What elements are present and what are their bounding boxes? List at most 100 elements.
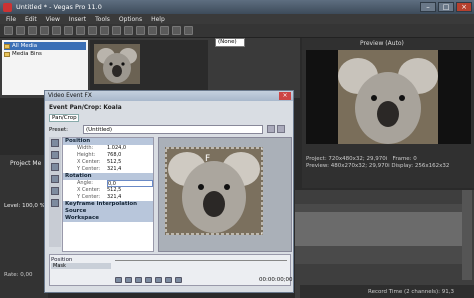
display-info: 256x162x32: [414, 163, 450, 169]
preview-quality-dropdown[interactable]: Preview (Auto): [360, 40, 404, 47]
property-row: Y Center: 321,4: [63, 166, 153, 173]
delete-preset-icon[interactable]: [277, 125, 285, 133]
property-value[interactable]: 768,0: [107, 152, 153, 159]
section-source[interactable]: Source: [63, 208, 153, 215]
property-key: X Center:: [77, 187, 101, 193]
section-workspace[interactable]: Workspace: [63, 215, 153, 222]
koala-crop-image[interactable]: F: [165, 147, 263, 235]
tab-pan-crop[interactable]: Pan/Crop: [49, 114, 79, 122]
menu-view[interactable]: View: [46, 16, 60, 23]
dialog-title-bar: Video Event FX ×: [45, 91, 293, 101]
property-value[interactable]: 321,4: [107, 194, 153, 201]
property-row: Width: 1.024,0: [63, 145, 153, 152]
save-icon[interactable]: [28, 26, 37, 35]
properties-panel: Position Width: 1.024,0 Height: 768,0 X Ce…: [62, 137, 154, 252]
tree-item-label: Media Bins: [12, 51, 42, 57]
enable-rotation-icon[interactable]: [51, 163, 59, 171]
event-header-label: Event Pan/Crop: Koala: [49, 105, 122, 111]
menu-bar: File Edit View Insert Tools Options Help: [0, 14, 474, 24]
snap-to-grid-icon[interactable]: [51, 175, 59, 183]
zoom-edit-icon[interactable]: [51, 151, 59, 159]
trimmer-dropdown[interactable]: (None): [215, 38, 245, 47]
copy-icon[interactable]: [76, 26, 85, 35]
delete-icon[interactable]: [100, 26, 109, 35]
property-value[interactable]: 321,4: [107, 166, 153, 173]
render-icon[interactable]: [52, 26, 61, 35]
menu-insert[interactable]: Insert: [69, 16, 86, 23]
property-value[interactable]: 512,5: [107, 187, 153, 194]
property-key: Height:: [77, 152, 96, 158]
first-keyframe-icon[interactable]: [115, 277, 122, 283]
prev-keyframe-icon[interactable]: [125, 277, 132, 283]
section-rotation[interactable]: Rotation: [63, 173, 153, 180]
main-toolbar: [0, 24, 474, 38]
dialog-close-button[interactable]: ×: [279, 92, 291, 100]
koala-thumbnail[interactable]: [94, 44, 140, 84]
property-row: Angle: 0,0: [63, 180, 153, 187]
last-keyframe-icon[interactable]: [165, 277, 172, 283]
redo-icon[interactable]: [124, 26, 133, 35]
folder-icon: [4, 43, 10, 49]
tree-item-media-bins[interactable]: Media Bins: [4, 50, 86, 58]
add-keyframe-icon[interactable]: [135, 277, 142, 283]
preview-info-value: 480x270x32; 29,970i: [330, 163, 390, 169]
zoom-tool-icon[interactable]: [172, 26, 181, 35]
property-key: Y Center:: [77, 166, 101, 172]
rate-display: Rate: 0,00: [4, 272, 33, 278]
property-row: Height: 768,0: [63, 152, 153, 159]
property-key: Width:: [77, 145, 94, 151]
save-preset-icon[interactable]: [267, 125, 275, 133]
paste-icon[interactable]: [88, 26, 97, 35]
keyframe-ruler[interactable]: [115, 257, 287, 261]
scale-about-center-icon[interactable]: [51, 199, 59, 207]
sync-cursor-icon[interactable]: [175, 277, 182, 283]
normal-edit-tool-icon[interactable]: [136, 26, 145, 35]
normal-edit-icon[interactable]: [51, 139, 59, 147]
preset-dropdown[interactable]: (Untitled): [83, 125, 263, 134]
video-event-fx-dialog: Video Event FX × Event Pan/Crop: Koala P…: [44, 90, 294, 293]
property-key: Y Center:: [77, 194, 101, 200]
property-row: X Center: 512,5: [63, 159, 153, 166]
section-keyframe-interpolation[interactable]: Keyframe interpolation: [63, 201, 153, 208]
help-icon[interactable]: [184, 26, 193, 35]
minimize-button[interactable]: –: [420, 2, 436, 12]
frame-info: 0: [413, 156, 417, 162]
media-tree: All Media Media Bins: [2, 40, 88, 95]
window-title: Untitled * - Vegas Pro 11.0: [16, 3, 102, 11]
envelope-tool-icon[interactable]: [148, 26, 157, 35]
undo-icon[interactable]: [112, 26, 121, 35]
title-bar: Untitled * - Vegas Pro 11.0 – □ ×: [0, 0, 474, 14]
close-button[interactable]: ×: [456, 2, 472, 12]
property-value[interactable]: 512,5: [107, 159, 153, 166]
section-position[interactable]: Position: [63, 138, 153, 145]
preset-label: Preset:: [49, 127, 69, 133]
record-time-status: Record Time (2 channels): 91,3: [300, 285, 474, 298]
tool-sidebar: [49, 137, 61, 247]
properties-icon[interactable]: [40, 26, 49, 35]
mask-track[interactable]: Mask: [51, 263, 111, 269]
selection-tool-icon[interactable]: [160, 26, 169, 35]
new-icon[interactable]: [4, 26, 13, 35]
property-key: X Center:: [77, 159, 101, 165]
maximize-button[interactable]: □: [438, 2, 454, 12]
menu-options[interactable]: Options: [119, 16, 142, 23]
next-keyframe-icon[interactable]: [155, 277, 162, 283]
menu-help[interactable]: Help: [151, 16, 165, 23]
menu-tools[interactable]: Tools: [95, 16, 110, 23]
lock-aspect-icon[interactable]: [51, 187, 59, 195]
track-level[interactable]: Level: 100,0 %: [4, 203, 45, 209]
angle-input[interactable]: 0,0: [107, 180, 153, 187]
timeline-vertical-scrollbar[interactable]: [462, 190, 472, 280]
property-value[interactable]: 1.024,0: [107, 145, 153, 152]
video-event[interactable]: [295, 212, 465, 246]
property-row: X Center: 512,5: [63, 187, 153, 194]
menu-file[interactable]: File: [6, 16, 16, 23]
trimmer-panel: [210, 38, 300, 98]
folder-icon: [4, 51, 10, 57]
menu-edit[interactable]: Edit: [25, 16, 37, 23]
delete-keyframe-icon[interactable]: [145, 277, 152, 283]
cut-icon[interactable]: [64, 26, 73, 35]
tree-item-all-media[interactable]: All Media: [4, 42, 86, 50]
project-media-tab[interactable]: Project Me: [10, 160, 41, 167]
open-icon[interactable]: [16, 26, 25, 35]
